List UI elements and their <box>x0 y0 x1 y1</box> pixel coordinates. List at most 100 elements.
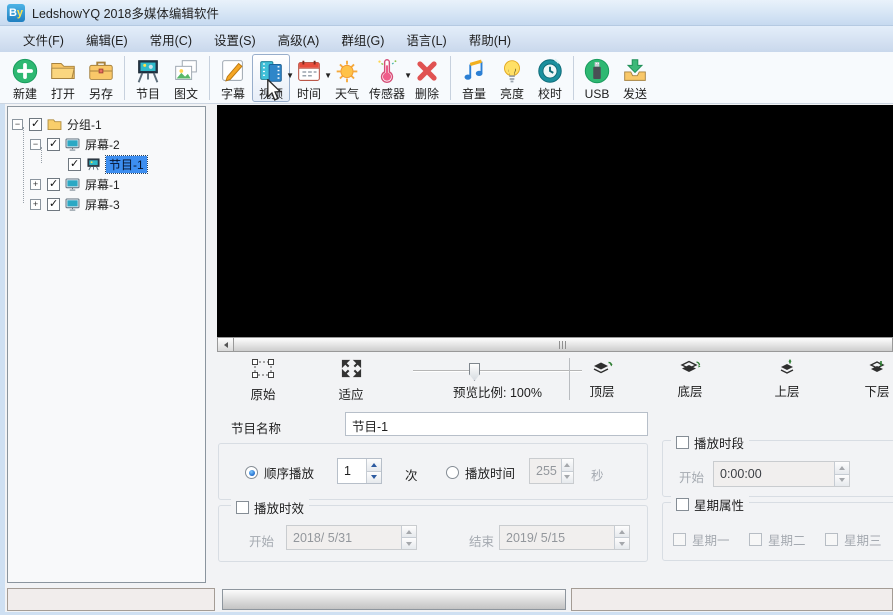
week-attribute-label: 星期属性 <box>694 495 744 514</box>
screen2-checkbox[interactable] <box>47 138 60 151</box>
play-period-label: 播放时段 <box>694 433 744 452</box>
wednesday-checkbox <box>825 533 838 546</box>
play-duration-spinner: 255 <box>529 458 574 484</box>
screen1-checkbox[interactable] <box>47 178 60 191</box>
menu-settings[interactable]: 设置(S) <box>203 26 267 53</box>
monitor-icon <box>65 198 80 211</box>
program-button[interactable]: 节目 <box>129 54 167 102</box>
upper-layer-button[interactable]: 上层 <box>765 359 809 400</box>
sequential-play-radio[interactable] <box>245 466 258 479</box>
clock-sync-icon <box>535 55 565 87</box>
tree-item-group1[interactable]: − 分组-1 <box>12 115 102 133</box>
menu-edit[interactable]: 编辑(E) <box>75 26 139 53</box>
zoom-slider-track[interactable] <box>413 370 582 372</box>
top-layer-icon <box>591 359 613 378</box>
delete-button[interactable]: 删除 <box>408 54 446 102</box>
scroll-left-button[interactable] <box>217 337 234 352</box>
validity-start-date: 2018/ 5/31 <box>286 525 417 550</box>
collapse-icon[interactable]: − <box>12 119 23 130</box>
play-period-checkbox[interactable] <box>676 436 689 449</box>
zoom-slider-thumb[interactable] <box>469 363 480 381</box>
spin-up-icon[interactable] <box>367 459 381 472</box>
top-layer-button[interactable]: 顶层 <box>580 359 624 400</box>
open-button[interactable]: 打开 <box>44 54 82 102</box>
fit-expand-icon <box>341 359 362 381</box>
sensor-button[interactable]: 传感器 ▼ <box>366 54 408 102</box>
volume-button[interactable]: 音量 <box>455 54 493 102</box>
spin-down-icon <box>615 538 629 549</box>
program-name-label: 节目名称 <box>231 418 281 437</box>
save-as-button[interactable]: 另存 <box>82 54 120 102</box>
usb-drive-icon <box>582 55 612 87</box>
preview-canvas[interactable] <box>217 105 893 337</box>
screen3-checkbox[interactable] <box>47 198 60 211</box>
play-mode-group: 顺序播放 1 次 播放时间 255 秒 <box>218 443 648 500</box>
collapse-icon[interactable]: − <box>30 139 41 150</box>
weather-button[interactable]: 天气 <box>328 54 366 102</box>
brightness-button[interactable]: 亮度 <box>493 54 531 102</box>
bulb-icon <box>497 55 527 87</box>
send-button[interactable]: 发送 <box>616 54 654 102</box>
spin-down-icon[interactable] <box>367 472 381 484</box>
tree-item-label[interactable]: 分组-1 <box>67 116 102 133</box>
expand-icon[interactable]: + <box>30 179 41 190</box>
spin-down-icon <box>562 472 573 484</box>
play-period-group: 播放时段 开始 0:00:00 <box>662 440 893 497</box>
program-small-icon <box>86 158 101 171</box>
menu-advanced[interactable]: 高级(A) <box>267 26 331 53</box>
tree-item-label[interactable]: 屏幕-3 <box>85 196 120 213</box>
lower-layer-button[interactable]: 下层 <box>855 359 893 400</box>
spin-down-icon <box>835 475 849 487</box>
group1-checkbox[interactable] <box>29 118 42 131</box>
week-attribute-checkbox[interactable] <box>676 498 689 511</box>
tree-item-program1[interactable]: 节目-1 <box>62 155 147 173</box>
toolbar: 新建 打开 另存 节目 图文 字幕 <box>0 52 893 104</box>
upper-layer-icon <box>776 359 798 378</box>
thermometer-icon <box>372 55 402 87</box>
menu-file[interactable]: 文件(F) <box>12 26 75 53</box>
preview-hscrollbar[interactable] <box>217 337 893 352</box>
time-sync-button[interactable]: 校时 <box>531 54 569 102</box>
play-count-spinner[interactable]: 1 <box>337 458 382 484</box>
fit-button[interactable]: 适应 <box>329 359 373 403</box>
tree-item-label-selected[interactable]: 节目-1 <box>106 156 147 173</box>
toolbar-separator <box>124 56 125 100</box>
play-duration-label: 播放时间 <box>465 463 515 482</box>
briefcase-icon <box>86 55 116 87</box>
menu-help[interactable]: 帮助(H) <box>458 26 522 53</box>
program-properties: 节目名称 节目-1 顺序播放 1 次 播放时间 255 秒 <box>217 405 893 583</box>
tree-item-label[interactable]: 屏幕-1 <box>85 176 120 193</box>
sequential-play-label: 顺序播放 <box>264 463 314 482</box>
scroll-left-icon <box>224 342 228 348</box>
spin-up-icon <box>402 526 416 538</box>
program1-checkbox[interactable] <box>68 158 81 171</box>
subtitle-button[interactable]: 字幕 <box>214 54 252 102</box>
scroll-grip-icon <box>559 341 567 349</box>
tree-guide-line <box>23 127 24 203</box>
menu-group[interactable]: 群组(G) <box>330 26 395 53</box>
hscrollbar-thumb[interactable] <box>234 337 893 352</box>
play-validity-checkbox[interactable] <box>236 501 249 514</box>
times-unit-label: 次 <box>405 465 418 484</box>
menu-common[interactable]: 常用(C) <box>139 26 203 53</box>
tree-item-label[interactable]: 屏幕-2 <box>85 136 120 153</box>
monday-checkbox <box>673 533 686 546</box>
usb-button[interactable]: USB <box>578 54 616 102</box>
image-text-button[interactable]: 图文 <box>167 54 205 102</box>
time-button[interactable]: 时间 ▼ <box>290 54 328 102</box>
bottom-layer-button[interactable]: 底层 <box>668 359 712 400</box>
expand-icon[interactable]: + <box>30 199 41 210</box>
original-size-button[interactable]: 原始 <box>241 359 285 403</box>
tree-item-screen2[interactable]: − 屏幕-2 <box>30 135 120 153</box>
menu-language[interactable]: 语言(L) <box>395 26 457 53</box>
new-button[interactable]: 新建 <box>6 54 44 102</box>
monday-label: 星期一 <box>692 530 730 549</box>
program-name-input[interactable]: 节目-1 <box>345 412 648 436</box>
menu-bar: 文件(F) 编辑(E) 常用(C) 设置(S) 高级(A) 群组(G) 语言(L… <box>0 26 893 52</box>
play-duration-radio[interactable] <box>446 466 459 479</box>
tree-item-screen1[interactable]: + 屏幕-1 <box>30 175 120 193</box>
controls-separator <box>569 358 570 400</box>
tree-item-screen3[interactable]: + 屏幕-3 <box>30 195 120 213</box>
title-bar: By LedshowYQ 2018多媒体编辑软件 <box>0 0 893 26</box>
spin-down-icon <box>402 538 416 549</box>
